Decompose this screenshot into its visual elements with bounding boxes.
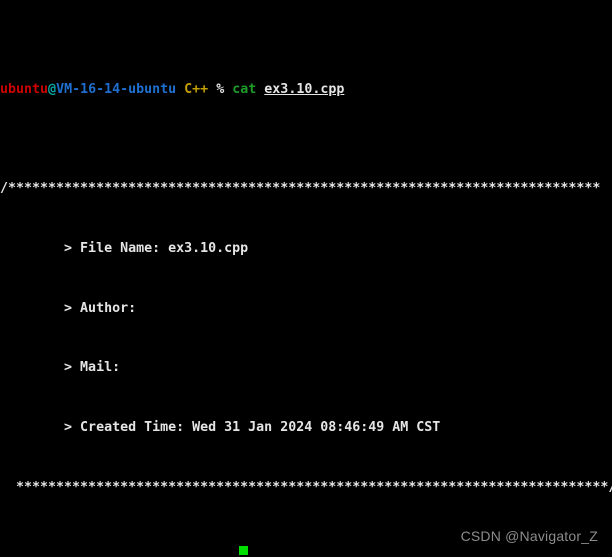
comment-row-created-time: > Created Time: Wed 31 Jan 2024 08:46:49… bbox=[0, 419, 441, 435]
watermark-label: CSDN @Navigator_Z bbox=[460, 528, 598, 544]
command-argument-filename: ex3.10.cpp bbox=[264, 81, 345, 97]
comment-rule-bottom: ****************************************… bbox=[0, 479, 612, 495]
comment-rule-top: /***************************************… bbox=[0, 181, 601, 197]
prompt-line-cat: ubuntu@VM-16-14-ubuntu C++ % cat ex3.10.… bbox=[0, 80, 612, 100]
terminal-cursor bbox=[239, 546, 248, 555]
prompt-host: VM-16-14-ubuntu bbox=[56, 81, 177, 97]
prompt-lang: C++ bbox=[184, 81, 209, 97]
prompt-at: @ bbox=[48, 81, 57, 97]
prompt-user: ubuntu bbox=[0, 81, 49, 97]
command-cat: cat bbox=[232, 81, 257, 97]
comment-row-mail: > Mail: bbox=[0, 360, 129, 376]
terminal-window[interactable]: ubuntu@VM-16-14-ubuntu C++ % cat ex3.10.… bbox=[0, 0, 612, 557]
comment-row-file-name: > File Name: ex3.10.cpp bbox=[0, 240, 249, 256]
comment-row-author: > Author: bbox=[0, 300, 145, 316]
